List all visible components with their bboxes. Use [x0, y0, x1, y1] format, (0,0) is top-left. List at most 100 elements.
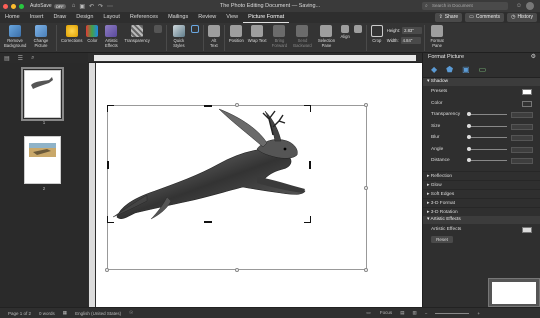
- picture-icon[interactable]: ▭: [479, 65, 487, 74]
- picture-border-button[interactable]: [189, 25, 201, 34]
- undo-icon[interactable]: ↶: [89, 3, 94, 10]
- quick-styles-button[interactable]: Quick Styles: [169, 25, 189, 48]
- crop-handle[interactable]: [309, 161, 311, 169]
- zoom-out-icon[interactable]: −: [425, 311, 428, 316]
- smiley-icon[interactable]: ☺: [515, 2, 523, 10]
- tab-design[interactable]: Design: [71, 12, 98, 23]
- blur-slider[interactable]: [467, 135, 507, 139]
- resize-handle[interactable]: [235, 103, 239, 107]
- 3d-rotation-section[interactable]: ▸ 3-D Rotation: [423, 206, 540, 216]
- tab-draw[interactable]: Draw: [48, 12, 71, 23]
- distance-field[interactable]: [511, 158, 533, 164]
- crop-handle[interactable]: [204, 221, 212, 223]
- width-field[interactable]: 4.84": [400, 37, 421, 44]
- slider-knob[interactable]: [467, 123, 471, 128]
- tab-home[interactable]: Home: [0, 12, 25, 23]
- document-page[interactable]: [96, 63, 422, 307]
- comments-button[interactable]: ▭ Comments: [465, 13, 505, 22]
- glow-section[interactable]: ▸ Glow: [423, 179, 540, 189]
- blur-field[interactable]: [511, 135, 533, 141]
- reset-button[interactable]: Reset: [431, 236, 453, 243]
- transparency-slider[interactable]: [467, 112, 507, 116]
- artistic-effects-dropdown[interactable]: [522, 226, 532, 233]
- color-button[interactable]: Color: [84, 25, 100, 43]
- send-backward-button[interactable]: Send Backward: [290, 25, 314, 48]
- thumbnails-icon[interactable]: ▤: [4, 55, 10, 62]
- angle-field[interactable]: [511, 146, 533, 153]
- artistic-effects-button[interactable]: Artistic Effects: [100, 25, 122, 48]
- angle-slider[interactable]: [467, 146, 507, 151]
- spelling-icon[interactable]: ▦: [63, 310, 67, 316]
- slider-knob[interactable]: [467, 112, 471, 116]
- align-button[interactable]: Align: [338, 25, 351, 39]
- artistic-effects-section-header[interactable]: ▾ Artistic Effects: [423, 215, 540, 224]
- save-icon[interactable]: ▣: [79, 3, 85, 10]
- change-picture-button[interactable]: Change Picture: [28, 25, 54, 48]
- transparency-button[interactable]: Transparency: [122, 25, 151, 43]
- reflection-section[interactable]: ▸ Reflection: [423, 170, 540, 180]
- page-navigator[interactable]: [488, 278, 540, 307]
- soft-edges-section[interactable]: ▸ Soft Edges: [423, 188, 540, 198]
- page-thumbnail[interactable]: [21, 67, 64, 121]
- zoom-slider[interactable]: [435, 312, 470, 314]
- transparency-field[interactable]: [511, 112, 533, 118]
- presets-dropdown[interactable]: [522, 89, 532, 95]
- tab-view[interactable]: View: [221, 12, 243, 23]
- history-button[interactable]: ◷ History: [507, 13, 537, 22]
- position-button[interactable]: Position: [227, 25, 246, 43]
- compress-button[interactable]: [152, 25, 164, 34]
- tab-review[interactable]: Review: [193, 12, 221, 23]
- redo-icon[interactable]: ↷: [98, 3, 103, 10]
- zoom-in-icon[interactable]: +: [477, 311, 480, 316]
- tab-picture-format[interactable]: Picture Format: [243, 12, 290, 23]
- zoom-window-button[interactable]: [19, 3, 24, 9]
- shadow-section-header[interactable]: ▾ Shadow: [423, 78, 540, 86]
- gear-icon[interactable]: ⚙: [531, 53, 536, 62]
- resize-handle[interactable]: [364, 186, 368, 190]
- crop-handle[interactable]: [304, 105, 311, 112]
- crop-handle[interactable]: [304, 216, 311, 223]
- share-button[interactable]: ⇪ Share: [434, 13, 463, 22]
- minimize-window-button[interactable]: [11, 3, 16, 9]
- fill-line-icon[interactable]: ◆: [431, 65, 437, 74]
- word-count[interactable]: 0 words: [39, 311, 55, 316]
- crop-handle[interactable]: [107, 216, 114, 223]
- wrap-text-button[interactable]: Wrap Text: [246, 25, 269, 43]
- avatar[interactable]: [526, 2, 534, 10]
- remove-background-button[interactable]: Remove Background: [2, 25, 28, 48]
- selection-pane-button[interactable]: Selection Pane: [314, 25, 338, 48]
- tab-layout[interactable]: Layout: [98, 12, 125, 23]
- tab-mailings[interactable]: Mailings: [163, 12, 193, 23]
- crop-handle[interactable]: [107, 161, 109, 169]
- language[interactable]: English (United States): [75, 311, 121, 316]
- height-field[interactable]: 2.83": [402, 27, 423, 34]
- page-count[interactable]: Page 1 of 2: [8, 311, 31, 316]
- effects-icon[interactable]: ⬟: [446, 65, 453, 74]
- alt-text-button[interactable]: Alt Text: [206, 25, 222, 48]
- resize-handle[interactable]: [364, 103, 368, 107]
- view-icon[interactable]: ▤: [400, 310, 404, 316]
- size-field[interactable]: [511, 123, 533, 130]
- close-window-button[interactable]: [3, 3, 8, 9]
- slider-knob[interactable]: [467, 146, 471, 151]
- distance-slider[interactable]: [467, 158, 507, 162]
- page-thumbnail[interactable]: [24, 136, 61, 184]
- color-dropdown[interactable]: [522, 100, 532, 107]
- search-icon[interactable]: ⌕: [31, 55, 34, 62]
- bring-forward-button[interactable]: Bring Forward: [268, 25, 290, 48]
- 3d-format-section[interactable]: ▸ 3-D Format: [423, 197, 540, 207]
- slider-knob[interactable]: [467, 158, 471, 162]
- crop-handle[interactable]: [107, 105, 114, 112]
- accessibility-icon[interactable]: ☉: [129, 310, 133, 316]
- corrections-button[interactable]: Corrections: [59, 25, 84, 43]
- web-layout-icon[interactable]: ▥: [412, 310, 416, 316]
- rotate-button[interactable]: [352, 25, 364, 34]
- resize-handle[interactable]: [105, 268, 109, 272]
- crop-button[interactable]: Crop: [369, 25, 385, 43]
- size-slider[interactable]: [467, 123, 507, 128]
- layout-properties-icon[interactable]: ▣: [462, 65, 470, 74]
- search-input[interactable]: ⌕ Search in Document: [422, 2, 508, 10]
- autosave-toggle[interactable]: AutoSave OFF: [30, 3, 66, 9]
- format-pane-button[interactable]: Format Pane: [427, 25, 447, 48]
- more-icon[interactable]: ⋯: [107, 3, 113, 10]
